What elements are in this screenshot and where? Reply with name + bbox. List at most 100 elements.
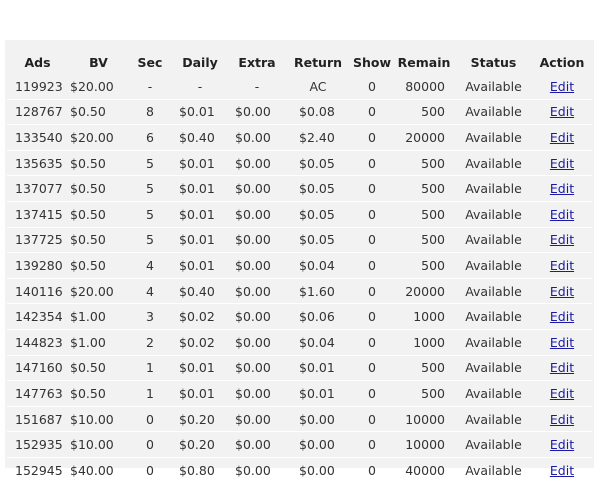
status-cell: Available — [455, 406, 532, 433]
header-ads: Ads — [24, 54, 51, 70]
ad-id-cell: 128767 — [7, 99, 68, 126]
ads-table: Ads BV Sec Daily Extra Return Show Remai… — [7, 50, 592, 484]
status-cell: Available — [455, 278, 532, 305]
show-cell: 0 — [351, 99, 393, 126]
return-cell: $0.04 — [285, 329, 351, 356]
action-cell: Edit — [532, 380, 592, 407]
edit-link[interactable]: Edit — [550, 437, 574, 452]
remain-cell: 1000 — [393, 303, 455, 330]
return-cell: $0.00 — [285, 457, 351, 484]
show-cell: 0 — [351, 124, 393, 151]
edit-link[interactable]: Edit — [550, 360, 574, 375]
table-row: 144823 $1.00 2 $0.02 $0.00 $0.04 0 1000 Availabl… — [7, 329, 592, 356]
remain-cell: 10000 — [393, 431, 455, 458]
header-daily: Daily — [182, 54, 218, 70]
action-cell: Edit — [532, 227, 592, 254]
show-cell: 0 — [351, 201, 393, 228]
show-cell: 0 — [351, 227, 393, 254]
edit-link[interactable]: Edit — [550, 79, 574, 94]
remain-cell: 500 — [393, 252, 455, 279]
sec-cell: 5 — [129, 150, 171, 177]
remain-cell: 10000 — [393, 406, 455, 433]
show-cell: 0 — [351, 329, 393, 356]
edit-link[interactable]: Edit — [550, 207, 574, 222]
action-cell: Edit — [532, 406, 592, 433]
action-cell: Edit — [532, 329, 592, 356]
return-cell: $1.60 — [285, 278, 351, 305]
edit-link[interactable]: Edit — [550, 181, 574, 196]
daily-cell: - — [171, 74, 229, 100]
action-cell: Edit — [532, 150, 592, 177]
bv-cell: $0.50 — [68, 150, 129, 177]
table-row: 139280 $0.50 4 $0.01 $0.00 $0.04 0 500 Available… — [7, 252, 592, 279]
table-row: 119923 $20.00- - - AC 0 80000 Available Edit — [7, 74, 592, 100]
daily-cell: $0.01 — [171, 252, 229, 279]
edit-link[interactable]: Edit — [550, 335, 574, 350]
bv-cell: $20.00 — [68, 124, 129, 151]
bv-cell: $0.50 — [68, 227, 129, 254]
bv-cell: $1.00 — [68, 329, 129, 356]
header-return: Return — [293, 54, 343, 70]
sec-cell: 1 — [129, 355, 171, 382]
sec-cell: 6 — [129, 124, 171, 151]
extra-cell: $0.00 — [229, 99, 285, 126]
daily-cell: $0.01 — [171, 150, 229, 177]
remain-cell: 500 — [393, 227, 455, 254]
table-row: 152935 $10.00 0 $0.20 $0.00 $0.00 0 10000 Availa… — [7, 431, 592, 458]
sec-cell: 4 — [129, 252, 171, 279]
header-sec: Sec — [137, 54, 163, 70]
edit-link[interactable]: Edit — [550, 386, 574, 401]
edit-link[interactable]: Edit — [550, 258, 574, 273]
daily-cell: $0.01 — [171, 99, 229, 126]
edit-link[interactable]: Edit — [550, 156, 574, 171]
extra-cell: $0.00 — [229, 457, 285, 484]
extra-cell: $0.00 — [229, 380, 285, 407]
bv-cell: $10.00 — [68, 431, 129, 458]
show-cell: 0 — [351, 355, 393, 382]
extra-cell: $0.00 — [229, 201, 285, 228]
action-cell: Edit — [532, 252, 592, 279]
return-cell: $0.05 — [285, 175, 351, 202]
status-cell: Available — [455, 252, 532, 279]
extra-cell: $0.00 — [229, 355, 285, 382]
status-cell: Available — [455, 380, 532, 407]
extra-cell: $0.00 — [229, 431, 285, 458]
daily-cell: $0.02 — [171, 303, 229, 330]
daily-cell: $0.01 — [171, 201, 229, 228]
sec-cell: 3 — [129, 303, 171, 330]
show-cell: 0 — [351, 150, 393, 177]
extra-cell: $0.00 — [229, 406, 285, 433]
return-cell: $0.00 — [285, 406, 351, 433]
show-cell: 0 — [351, 252, 393, 279]
remain-cell: 500 — [393, 201, 455, 228]
table-row: 135635 $0.50 5 $0.01 $0.00 $0.05 0 500 Available… — [7, 150, 592, 177]
table-row: 147763 $0.50 1 $0.01 $0.00 $0.01 0 500 Available… — [7, 380, 592, 407]
table-header-row: Ads BV Sec Daily Extra Return Show Remai… — [7, 50, 592, 74]
table-row: 137725 $0.50 5 $0.01 $0.00 $0.05 0 500 Available… — [7, 227, 592, 254]
edit-link[interactable]: Edit — [550, 309, 574, 324]
remain-cell: 1000 — [393, 329, 455, 356]
edit-link[interactable]: Edit — [550, 104, 574, 119]
bv-cell: $0.50 — [68, 380, 129, 407]
show-cell: 0 — [351, 175, 393, 202]
edit-link[interactable]: Edit — [550, 130, 574, 145]
status-cell: Available — [455, 124, 532, 151]
show-cell: 0 — [351, 380, 393, 407]
ad-id-cell: 137077 — [7, 175, 68, 202]
edit-link[interactable]: Edit — [550, 463, 574, 478]
table-row: 152945 $40.00 0 $0.80 $0.00 $0.00 0 40000 Availa… — [7, 457, 592, 484]
extra-cell: $0.00 — [229, 278, 285, 305]
ad-id-cell: 133540 — [7, 124, 68, 151]
ad-id-cell: 147763 — [7, 380, 68, 407]
status-cell: Available — [455, 355, 532, 382]
extra-cell: $0.00 — [229, 303, 285, 330]
bv-cell: $1.00 — [68, 303, 129, 330]
show-cell: 0 — [351, 278, 393, 305]
table-body: 119923 $20.00- - - AC 0 80000 Available Edit 1287… — [7, 74, 592, 484]
table-row: 142354 $1.00 3 $0.02 $0.00 $0.06 0 1000 Availabl… — [7, 303, 592, 330]
edit-link[interactable]: Edit — [550, 284, 574, 299]
status-cell: Available — [455, 227, 532, 254]
sec-cell: 1 — [129, 380, 171, 407]
edit-link[interactable]: Edit — [550, 232, 574, 247]
edit-link[interactable]: Edit — [550, 412, 574, 427]
